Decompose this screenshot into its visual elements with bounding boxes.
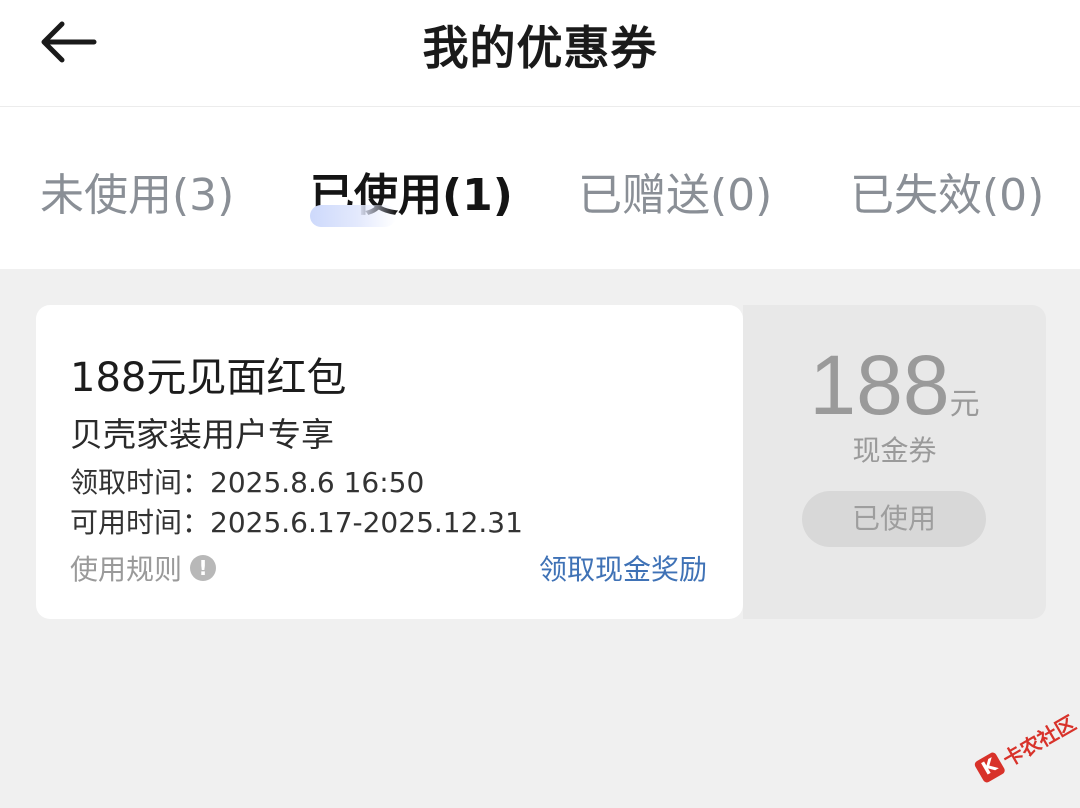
info-icon[interactable]: ! [190, 555, 217, 581]
watermark-text: 卡农社区 [998, 710, 1080, 772]
coupon-type: 现金券 [852, 434, 937, 467]
coupon-card[interactable]: 188元见面红包 贝壳家装用户专享 领取时间：2025.8.6 16:50 可用… [36, 305, 1046, 619]
tab-expired[interactable]: 已失效(0) [850, 159, 1044, 223]
coupon-name: 188元见面红包 [70, 355, 347, 401]
active-tab-indicator [310, 205, 396, 227]
coupon-description: 贝壳家装用户专享 [70, 415, 334, 454]
valid-time-value: 2025.6.17-2025.12.31 [210, 506, 523, 539]
coupon-amount-value: 188 [809, 338, 950, 432]
usage-rules-label: 使用规则 [70, 553, 183, 586]
coupon-value-panel: 188元 现金券 已使用 [743, 305, 1046, 619]
header-bar: 我的优惠券 [0, 0, 1080, 107]
coupon-amount-unit: 元 [949, 387, 980, 422]
claim-cash-reward-link[interactable]: 领取现金奖励 [539, 548, 707, 588]
valid-time-row: 可用时间：2025.6.17-2025.12.31 [70, 501, 523, 541]
watermark: K 卡农社区 [959, 684, 1080, 808]
usage-rules[interactable]: 使用规则 ! [70, 548, 217, 588]
claim-time-value: 2025.8.6 16:50 [210, 466, 425, 499]
coupon-amount: 188元 [743, 337, 1046, 434]
claim-time-label: 领取时间： [70, 466, 211, 499]
page-title: 我的优惠券 [422, 21, 658, 75]
coupon-details: 188元见面红包 贝壳家装用户专享 领取时间：2025.8.6 16:50 可用… [36, 305, 743, 619]
tab-unused[interactable]: 未使用(3) [40, 159, 234, 223]
used-status-button: 已使用 [802, 491, 986, 547]
tab-bar: 未使用(3) 已使用(1) 已赠送(0) 已失效(0) [0, 107, 1080, 269]
tab-gifted[interactable]: 已赠送(0) [578, 159, 772, 223]
claim-time-row: 领取时间：2025.8.6 16:50 [70, 461, 424, 501]
valid-time-label: 可用时间： [70, 506, 211, 539]
